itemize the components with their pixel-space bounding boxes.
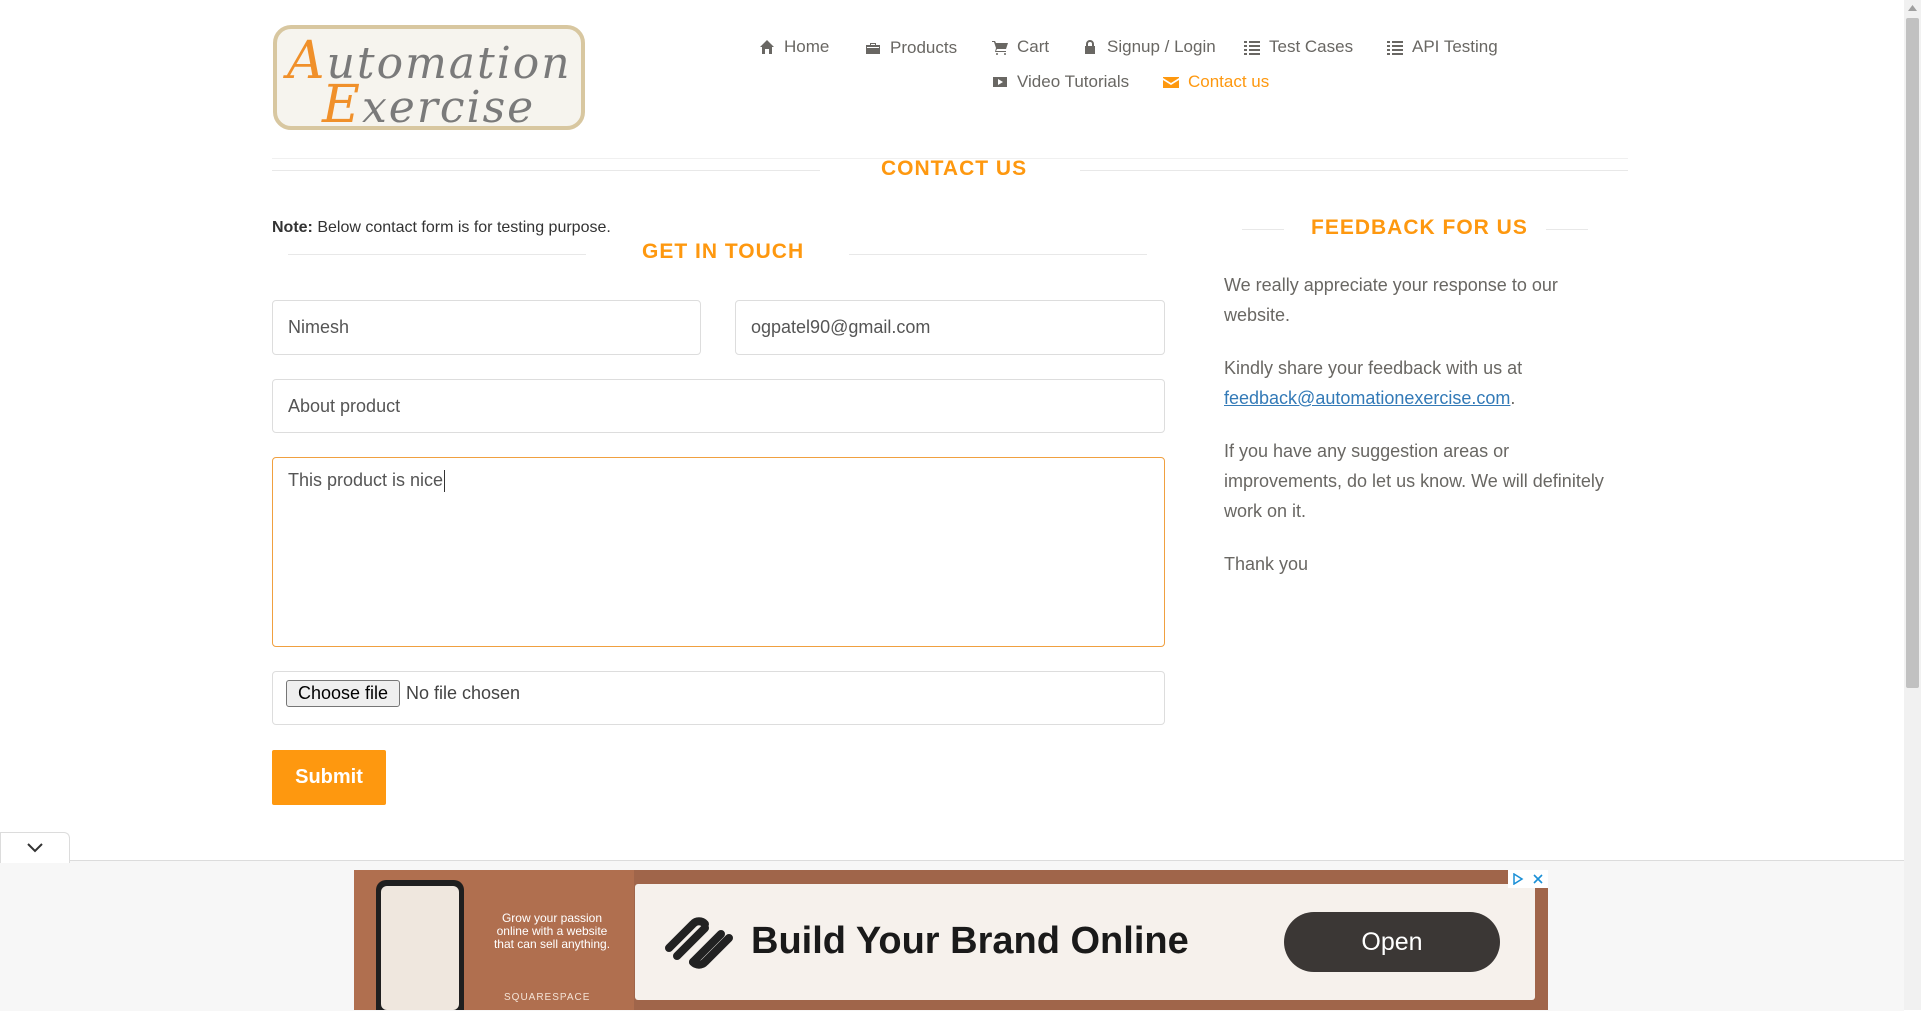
site-logo[interactable]: Automation Exercise xyxy=(273,25,585,135)
home-icon xyxy=(760,40,774,54)
ad-left-brand: SQUARESPACE xyxy=(504,992,591,1003)
chevron-down-icon xyxy=(27,843,43,853)
logo-line-2: Exercise xyxy=(322,75,536,135)
ad-main-panel: Build Your Brand Online Open xyxy=(635,884,1535,1000)
nav-cart[interactable]: Cart xyxy=(992,37,1049,57)
email-value: ogpatel90@gmail.com xyxy=(751,317,931,337)
ad-open-button[interactable]: Open xyxy=(1284,912,1500,972)
ad-headline: Build Your Brand Online xyxy=(751,920,1189,962)
page-title: CONTACT US xyxy=(881,157,1028,180)
ad-info-icon[interactable] xyxy=(1508,870,1528,888)
name-input[interactable]: Nimesh xyxy=(272,300,701,355)
nav-products[interactable]: Products xyxy=(865,38,957,58)
envelope-icon xyxy=(1163,77,1179,88)
nav-video-label: Video Tutorials xyxy=(1017,72,1130,91)
ad-left-text: Grow your passion online with a website … xyxy=(493,911,611,951)
cart-icon xyxy=(992,41,1008,55)
feedback-paragraph-1: We really appreciate your response to ou… xyxy=(1224,275,1558,325)
message-textarea[interactable]: This product is nice xyxy=(272,457,1165,647)
feedback-paragraph-4: Thank you xyxy=(1224,554,1309,574)
message-value: This product is nice xyxy=(288,470,444,490)
nav-api-testing-label: API Testing xyxy=(1412,37,1498,56)
ad-phone-screen xyxy=(381,886,459,1010)
text-caret xyxy=(444,470,446,492)
subject-value: About product xyxy=(288,395,401,416)
feedback-title: FEEDBACK FOR US xyxy=(1311,216,1528,239)
email-input[interactable]: ogpatel90@gmail.com xyxy=(735,300,1165,355)
divider xyxy=(272,170,820,171)
nav-contact-label: Contact us xyxy=(1188,72,1270,91)
nav-test-cases-label: Test Cases xyxy=(1269,37,1354,56)
nav-contact-us[interactable]: Contact us xyxy=(1163,72,1269,92)
subject-input[interactable]: About product xyxy=(272,379,1165,433)
nav-api-testing[interactable]: API Testing xyxy=(1387,37,1498,57)
nav-video-tutorials[interactable]: Video Tutorials xyxy=(992,72,1129,92)
ad-collapse-button[interactable] xyxy=(0,832,70,863)
feedback-email-link[interactable]: feedback@automationexercise.com xyxy=(1224,388,1510,408)
divider xyxy=(288,254,586,255)
name-value: Nimesh xyxy=(288,317,350,337)
divider xyxy=(1546,229,1588,230)
nav-home[interactable]: Home xyxy=(759,37,829,57)
nav-products-label: Products xyxy=(890,38,958,57)
scrollbar-thumb[interactable] xyxy=(1906,18,1919,688)
list-icon xyxy=(1387,41,1403,55)
nav-test-cases[interactable]: Test Cases xyxy=(1244,37,1353,57)
ad-banner[interactable]: Grow your passion online with a website … xyxy=(354,870,1548,1010)
squarespace-logo-icon xyxy=(665,917,733,969)
nav-cart-label: Cart xyxy=(1017,37,1050,56)
submit-button[interactable]: Submit xyxy=(272,750,386,805)
choose-file-button[interactable]: Choose file xyxy=(286,680,400,707)
lock-icon xyxy=(1085,40,1095,54)
feedback-paragraph-2: Kindly share your feedback with us at fe… xyxy=(1224,358,1523,408)
nav-signup-login[interactable]: Signup / Login xyxy=(1082,37,1216,57)
divider xyxy=(1242,229,1284,230)
get-in-touch-title: GET IN TOUCH xyxy=(642,240,805,263)
nav-signup-label: Signup / Login xyxy=(1107,37,1216,56)
briefcase-icon xyxy=(866,43,880,54)
scroll-up-arrow-icon[interactable] xyxy=(1904,0,1921,16)
feedback-paragraph-3: If you have any suggestion areas or impr… xyxy=(1224,441,1604,521)
note-text: Note: Below contact form is for testing … xyxy=(272,219,611,236)
divider xyxy=(849,254,1147,255)
ad-left-panel: Grow your passion online with a website … xyxy=(354,870,634,1010)
list-icon xyxy=(1244,41,1260,55)
nav-home-label: Home xyxy=(784,37,830,56)
file-status-text: No file chosen xyxy=(406,683,521,703)
youtube-play-icon xyxy=(993,77,1007,87)
divider xyxy=(1080,170,1628,171)
ad-close-icon[interactable] xyxy=(1528,870,1548,888)
